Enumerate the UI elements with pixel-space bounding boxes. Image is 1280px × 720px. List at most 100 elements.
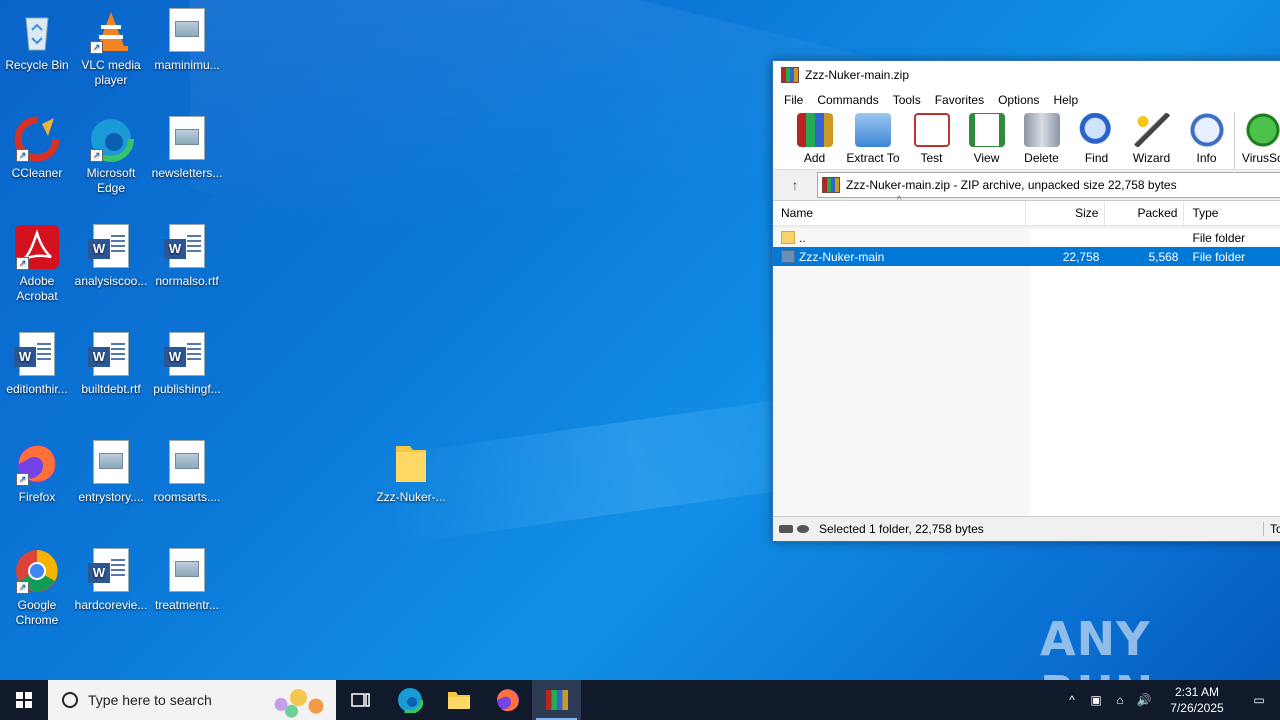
desktop-icon-file[interactable]: W builtdebt.rtf bbox=[74, 324, 148, 397]
desktop-icon-firefox[interactable]: ↗ Firefox bbox=[0, 432, 74, 505]
show-hidden-icons-chevron-icon[interactable]: ^ bbox=[1060, 693, 1084, 707]
path-field[interactable]: Zzz-Nuker-main.zip - ZIP archive, unpack… bbox=[817, 172, 1280, 198]
virusscan-button[interactable]: VirusSc bbox=[1234, 113, 1280, 169]
taskbar-edge[interactable] bbox=[385, 680, 434, 720]
taskbar: Type here to search ^ ▣ ⌂ 🔊 2:31 AM 7/26… bbox=[0, 680, 1280, 720]
menu-options[interactable]: Options bbox=[991, 93, 1046, 107]
column-packed[interactable]: Packed bbox=[1105, 201, 1185, 225]
desktop-icon-zzz-nuker-folder[interactable]: Zzz-Nuker-... bbox=[374, 432, 448, 505]
ccleaner-icon: ↗ bbox=[14, 116, 60, 162]
desktop-icon-file[interactable]: treatmentr... bbox=[150, 540, 224, 613]
meet-now-icon[interactable]: ▣ bbox=[1084, 693, 1108, 707]
desktop-icon-file[interactable]: entrystory.... bbox=[74, 432, 148, 505]
image-file-icon bbox=[164, 8, 210, 54]
shortcut-arrow-icon: ↗ bbox=[16, 149, 29, 162]
notification-center-icon[interactable]: ▭ bbox=[1238, 693, 1280, 707]
shortcut-arrow-icon: ↗ bbox=[16, 473, 29, 486]
column-size[interactable]: Size bbox=[1026, 201, 1106, 225]
menu-file[interactable]: File bbox=[777, 93, 810, 107]
test-button[interactable]: Test bbox=[904, 113, 959, 169]
virus-scan-icon bbox=[1244, 113, 1280, 147]
magnifier-icon bbox=[1078, 113, 1115, 147]
status-right-text: To bbox=[1263, 522, 1280, 536]
sort-ascending-icon: ^ bbox=[897, 195, 902, 206]
window-title: Zzz-Nuker-main.zip bbox=[805, 68, 910, 82]
desktop-icon-label: newsletters... bbox=[151, 166, 223, 180]
image-file-icon bbox=[164, 116, 210, 162]
menu-favorites[interactable]: Favorites bbox=[928, 93, 991, 107]
menu-tools[interactable]: Tools bbox=[886, 93, 928, 107]
desktop-icon-file[interactable]: W editionthir... bbox=[0, 324, 74, 397]
edge-icon bbox=[396, 687, 423, 713]
item-size: 22,758 bbox=[1062, 249, 1100, 264]
magic-wand-icon bbox=[1133, 113, 1170, 147]
desktop-icon-file[interactable]: W hardcorevie... bbox=[74, 540, 148, 613]
desktop-icon-label: normalso.rtf bbox=[155, 274, 219, 288]
taskbar-file-explorer[interactable] bbox=[434, 680, 483, 720]
view-button[interactable]: View bbox=[959, 113, 1014, 169]
drive-icon bbox=[779, 525, 793, 533]
archive-icon bbox=[822, 177, 840, 193]
column-type[interactable]: Type bbox=[1184, 201, 1280, 225]
file-list[interactable]: .. File folder Zzz-Nuker-main 22,758 5,5… bbox=[773, 228, 1280, 517]
status-bar: Selected 1 folder, 22,758 bytes To bbox=[773, 516, 1280, 541]
network-icon[interactable]: ⌂ bbox=[1108, 693, 1132, 707]
wizard-button[interactable]: Wizard bbox=[1124, 113, 1179, 169]
system-tray: ^ ▣ ⌂ 🔊 2:31 AM 7/26/2025 ▭ bbox=[1060, 680, 1280, 720]
start-button[interactable] bbox=[0, 680, 48, 720]
item-name: Zzz-Nuker-main bbox=[799, 249, 885, 264]
taskbar-search-box[interactable]: Type here to search bbox=[48, 680, 336, 720]
task-view-button[interactable] bbox=[336, 680, 385, 720]
extract-to-button[interactable]: Extract To bbox=[842, 113, 904, 169]
find-button[interactable]: Find bbox=[1069, 113, 1124, 169]
add-button[interactable]: Add bbox=[787, 113, 842, 169]
desktop-icon-edge[interactable]: ↗ Microsoft Edge bbox=[74, 108, 148, 196]
find-button-label: Find bbox=[1084, 151, 1109, 165]
menu-help[interactable]: Help bbox=[1046, 93, 1085, 107]
desktop-icon-file[interactable]: W publishingf... bbox=[150, 324, 224, 397]
firefox-icon: ↗ bbox=[14, 440, 60, 486]
word-document-icon: W bbox=[88, 332, 134, 378]
desktop-icon-file[interactable]: newsletters... bbox=[150, 108, 224, 181]
test-button-label: Test bbox=[920, 151, 943, 165]
desktop-icon-file[interactable]: W normalso.rtf bbox=[150, 216, 224, 289]
clock-time: 2:31 AM bbox=[1174, 685, 1220, 699]
word-document-icon: W bbox=[164, 224, 210, 270]
clock[interactable]: 2:31 AM 7/26/2025 bbox=[1156, 684, 1238, 716]
desktop-icon-file[interactable]: maminimu... bbox=[150, 0, 224, 73]
toolbar: Add Extract To Test View Delete Find Wiz… bbox=[773, 111, 1280, 170]
desktop-icon-vlc[interactable]: ↗ VLC media player bbox=[74, 0, 148, 88]
item-size bbox=[1026, 228, 1105, 247]
search-placeholder: Type here to search bbox=[88, 692, 212, 708]
volume-icon[interactable]: 🔊 bbox=[1132, 693, 1156, 707]
desktop-icon-recycle-bin[interactable]: Recycle Bin bbox=[0, 0, 74, 73]
folder-extract-icon bbox=[855, 113, 891, 147]
winrar-icon bbox=[781, 67, 799, 83]
winrar-window[interactable]: Zzz-Nuker-main.zip File Commands Tools F… bbox=[772, 60, 1280, 542]
desktop-icon-chrome[interactable]: ↗ Google Chrome bbox=[0, 540, 74, 628]
list-item-selected[interactable]: Zzz-Nuker-main 22,758 5,568 File folder bbox=[773, 247, 1280, 266]
up-arrow-icon[interactable]: ↑ bbox=[773, 177, 817, 193]
desktop-icon-label: analysiscoo... bbox=[74, 274, 148, 288]
word-document-icon: W bbox=[164, 332, 210, 378]
folder-icon bbox=[447, 692, 470, 709]
window-titlebar[interactable]: Zzz-Nuker-main.zip bbox=[773, 61, 1280, 89]
clipboard-check-icon bbox=[913, 113, 950, 147]
desktop-icon-file[interactable]: roomsarts.... bbox=[150, 432, 224, 505]
wizard-button-label: Wizard bbox=[1132, 151, 1171, 165]
taskbar-firefox[interactable] bbox=[483, 680, 532, 720]
info-button[interactable]: Info bbox=[1179, 113, 1234, 169]
delete-button[interactable]: Delete bbox=[1014, 113, 1069, 169]
list-item[interactable]: .. File folder bbox=[773, 228, 1280, 247]
desktop-icon-ccleaner[interactable]: ↗ CCleaner bbox=[0, 108, 74, 181]
add-archive-icon bbox=[796, 113, 833, 147]
clock-date: 7/26/2025 bbox=[1170, 701, 1224, 715]
info-icon bbox=[1188, 113, 1225, 147]
image-file-icon bbox=[164, 548, 210, 594]
delete-button-label: Delete bbox=[1024, 151, 1059, 165]
desktop-icon-acrobat[interactable]: ↗ Adobe Acrobat bbox=[0, 216, 74, 304]
taskbar-winrar[interactable] bbox=[532, 680, 581, 720]
view-button-label: View bbox=[973, 151, 1000, 165]
menu-commands[interactable]: Commands bbox=[810, 93, 885, 107]
desktop-icon-file[interactable]: W analysiscoo... bbox=[74, 216, 148, 289]
